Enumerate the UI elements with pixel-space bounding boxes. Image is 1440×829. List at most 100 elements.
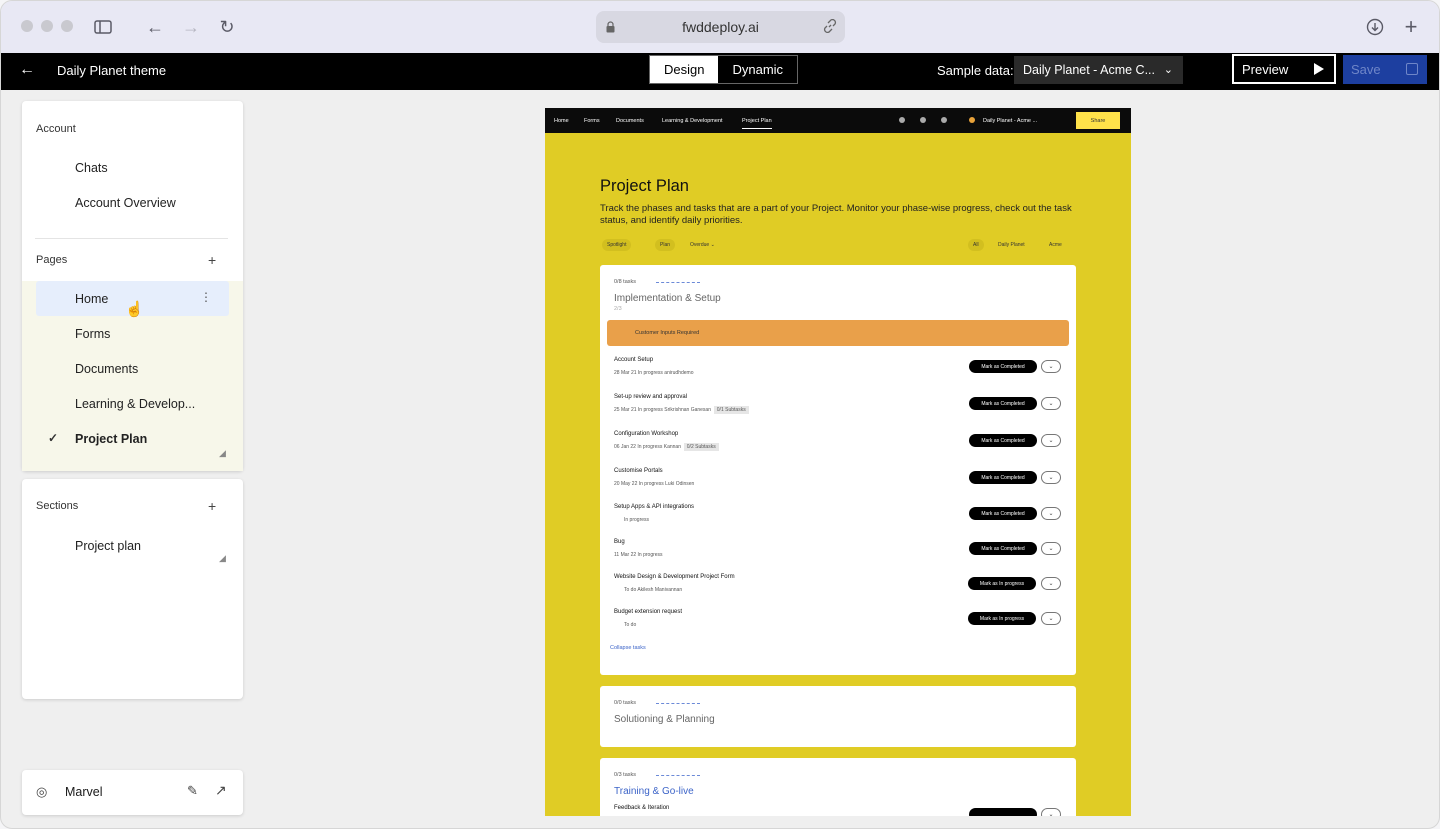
share-button[interactable]: Share: [1076, 112, 1120, 129]
chevron-down-icon[interactable]: ⌄: [1041, 434, 1061, 447]
task-row[interactable]: Customise Portals 20 May 22 In progress …: [614, 468, 1069, 498]
phase-title[interactable]: Training & Go-live: [614, 786, 694, 797]
globe-icon[interactable]: [899, 117, 905, 123]
task-name: Configuration Workshop: [614, 431, 679, 437]
filter-chip-overdue[interactable]: Overdue ⌄: [685, 239, 720, 251]
new-tab-icon[interactable]: +: [1399, 14, 1423, 39]
back-icon[interactable]: ←: [19, 61, 35, 79]
task-row[interactable]: Setup Apps & API integrations In progres…: [614, 504, 1069, 534]
subtask-badge[interactable]: 0/2 Subtasks: [683, 443, 719, 451]
sidebar-item-chats[interactable]: Chats: [36, 150, 229, 185]
design-tab[interactable]: Design: [650, 56, 719, 83]
sidebar-item-documents[interactable]: Documents: [36, 351, 229, 386]
chevron-down-icon[interactable]: ⌄: [1041, 360, 1061, 373]
mark-in-progress-button[interactable]: Mark as In progress: [968, 612, 1036, 625]
address-bar[interactable]: fwddeploy.ai: [596, 11, 845, 43]
sidebar-item-label: Documents: [75, 361, 139, 376]
preview-nav-learning[interactable]: Learning & Development: [662, 118, 723, 124]
subtask-badge[interactable]: 0/1 Subtasks: [713, 406, 749, 414]
window-controls[interactable]: [21, 20, 73, 32]
sidebar-item-label: Account Overview: [75, 195, 176, 210]
task-name: Website Design & Development Project For…: [614, 574, 735, 580]
mark-completed-button[interactable]: Mark as Completed: [969, 542, 1037, 555]
sample-data-value: Daily Planet - Acme C...: [1023, 63, 1155, 77]
task-meta-text: 06 Jan 22 In progress Kannan: [614, 444, 681, 450]
sidebar-item-learning[interactable]: Learning & Develop...: [36, 386, 229, 421]
minimize-window-button[interactable]: [41, 20, 53, 32]
preview-button[interactable]: Preview: [1232, 54, 1336, 84]
sidebar-item-label: Forms: [75, 326, 111, 341]
mark-completed-button[interactable]: Mark as Completed: [969, 397, 1037, 410]
mark-completed-button[interactable]: Mark as Completed: [969, 434, 1037, 447]
filter-chip-daily-planet[interactable]: Daily Planet: [993, 239, 1030, 251]
task-row[interactable]: Configuration Workshop 06 Jan 22 In prog…: [614, 431, 1069, 461]
open-external-icon[interactable]: ↗: [215, 782, 227, 799]
resize-handle-icon[interactable]: ◢: [219, 448, 226, 459]
add-section-icon[interactable]: +: [208, 498, 216, 514]
chat-icon[interactable]: [920, 117, 926, 123]
back-arrow-icon[interactable]: ←: [143, 15, 167, 39]
more-options-icon[interactable]: ⋮: [200, 290, 212, 304]
sidebar-item-project-plan[interactable]: ✓ Project Plan: [36, 421, 229, 456]
task-meta: 11 Mar 22 In progress: [614, 552, 663, 558]
theme-title: Daily Planet theme: [57, 63, 167, 78]
preview-nav-documents[interactable]: Documents: [616, 118, 644, 124]
filter-chip-all[interactable]: All: [968, 239, 984, 251]
task-name: Bug: [614, 539, 625, 545]
reload-icon[interactable]: ↻: [215, 15, 239, 39]
mark-in-progress-button[interactable]: Mark as In progress: [968, 577, 1036, 590]
phase-title[interactable]: Implementation & Setup: [614, 293, 721, 304]
task-row[interactable]: Bug 11 Mar 22 In progress Mark as Comple…: [614, 539, 1069, 569]
task-row[interactable]: Set-up review and approval 25 Mar 21 In …: [614, 394, 1069, 424]
phase-title[interactable]: Solutioning & Planning: [614, 714, 715, 725]
download-icon[interactable]: [1363, 15, 1387, 39]
preview-nav-home[interactable]: Home: [554, 118, 569, 124]
mark-completed-button[interactable]: Mark as Completed: [969, 360, 1037, 373]
mark-completed-button[interactable]: Mark as Completed: [969, 507, 1037, 520]
save-button[interactable]: Save: [1343, 55, 1427, 84]
bell-icon[interactable]: [941, 117, 947, 123]
editor-header: ← Daily Planet theme Design Dynamic Samp…: [1, 53, 1439, 90]
task-name: Account Setup: [614, 357, 654, 363]
customer-input-banner: Customer Inputs Required: [607, 320, 1069, 346]
chevron-down-icon[interactable]: ⌄: [1041, 507, 1061, 520]
filter-chip-plan[interactable]: Plan: [655, 239, 676, 251]
sidebar-item-account-overview[interactable]: Account Overview: [36, 185, 229, 220]
preview-nav-project-plan[interactable]: Project Plan: [742, 118, 772, 129]
page-title: Project Plan: [600, 177, 689, 195]
chevron-down-icon[interactable]: ⌄: [1041, 471, 1061, 484]
collapse-tasks-link[interactable]: Collapse tasks: [610, 645, 646, 651]
sections-heading: Sections: [36, 500, 79, 512]
dynamic-tab[interactable]: Dynamic: [718, 56, 798, 83]
zoom-window-button[interactable]: [61, 20, 73, 32]
chevron-down-icon[interactable]: ⌄: [1041, 577, 1061, 590]
filter-chip-acme[interactable]: Acme: [1044, 239, 1067, 251]
preview-account-name[interactable]: Daily Planet - Acme ...: [983, 118, 1037, 124]
task-row[interactable]: Account Setup 28 Mar 21 In progress anir…: [614, 357, 1069, 387]
chevron-down-icon[interactable]: ⌄: [1041, 612, 1061, 625]
link-icon[interactable]: [823, 18, 837, 36]
chevron-down-icon[interactable]: ⌄: [1041, 397, 1061, 410]
task-meta: 25 Mar 21 In progress Srikrishnan Ganesa…: [614, 406, 749, 414]
forward-arrow-icon[interactable]: →: [179, 15, 203, 39]
chevron-down-icon[interactable]: ⌄: [1041, 808, 1061, 816]
mode-toggle[interactable]: Design Dynamic: [649, 55, 799, 84]
task-action-button[interactable]: [969, 808, 1037, 816]
task-meta: 06 Jan 22 In progress Kannan 0/2 Subtask…: [614, 443, 719, 451]
resize-handle-icon[interactable]: ◢: [219, 553, 226, 564]
edit-icon[interactable]: ✎: [187, 783, 198, 799]
preview-nav-forms[interactable]: Forms: [584, 118, 600, 124]
section-item-project-plan[interactable]: Project plan: [36, 528, 229, 563]
sidebar-item-forms[interactable]: Forms: [36, 316, 229, 351]
sample-data-select[interactable]: Daily Planet - Acme C... ⌄: [1014, 56, 1183, 84]
preview-label: Preview: [1242, 61, 1289, 77]
mark-completed-button[interactable]: Mark as Completed: [969, 471, 1037, 484]
filter-chip-spotlight[interactable]: Spotlight: [602, 239, 632, 251]
add-page-icon[interactable]: +: [208, 252, 216, 268]
page-description: Track the phases and tasks that are a pa…: [600, 203, 1072, 226]
task-row[interactable]: Budget extension request To do Mark as I…: [614, 609, 1069, 639]
chevron-down-icon[interactable]: ⌄: [1041, 542, 1061, 555]
sidebar-toggle-icon[interactable]: [91, 15, 115, 39]
task-row[interactable]: Website Design & Development Project For…: [614, 574, 1069, 604]
close-window-button[interactable]: [21, 20, 33, 32]
